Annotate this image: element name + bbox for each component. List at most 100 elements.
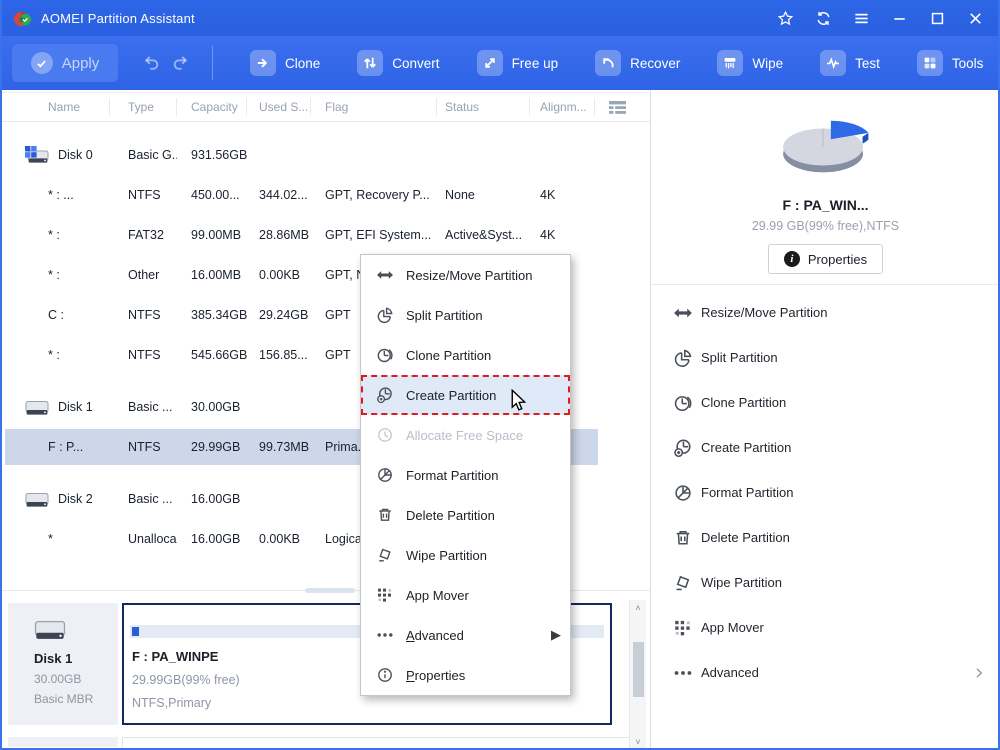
table-row-disk0[interactable]: Disk 0 Basic G... 931.56GB (0, 135, 650, 175)
trash-icon (673, 528, 693, 548)
info-icon: i (784, 251, 800, 267)
favorite-star-icon[interactable] (766, 0, 804, 36)
toolbar-clone-button[interactable]: Clone (240, 50, 330, 76)
shredder-icon (717, 50, 743, 76)
partition-label: F : PA_WINPE (132, 649, 218, 664)
minimize-button[interactable] (880, 0, 918, 36)
disk-type: Basic MBR (34, 692, 118, 706)
clone-pie-icon (673, 393, 693, 413)
disk-icon (25, 490, 49, 509)
maximize-button[interactable] (918, 0, 956, 36)
split-pie-icon (673, 348, 693, 368)
column-header-status[interactable]: Status (437, 98, 530, 116)
check-icon (31, 52, 53, 74)
action-delete[interactable]: Delete Partition (651, 515, 1000, 560)
menu-wipe-partition[interactable]: Wipe Partition (361, 535, 570, 575)
os-disk-icon (25, 146, 49, 165)
action-split[interactable]: Split Partition (651, 335, 1000, 380)
create-pie-icon (673, 438, 693, 458)
titlebar: AOMEI Partition Assistant (0, 0, 1000, 36)
menu-format-partition[interactable]: Format Partition (361, 455, 570, 495)
menu-app-mover[interactable]: App Mover (361, 575, 570, 615)
splitter-handle[interactable] (305, 588, 355, 593)
volume-pie-chart (766, 110, 886, 186)
action-advanced[interactable]: Advanced (651, 650, 1000, 695)
toolbar-divider (212, 46, 213, 80)
eraser-icon (673, 573, 693, 593)
menu-split-partition[interactable]: Split Partition (361, 295, 570, 335)
disk-icon (34, 617, 118, 642)
trash-icon (376, 506, 394, 524)
clone-icon (250, 50, 276, 76)
eraser-icon (376, 546, 394, 564)
disk-name: Disk 1 (34, 651, 118, 666)
vertical-scrollbar[interactable]: ˄ ˅ (629, 600, 646, 750)
toolbar-tools-button[interactable]: Tools (907, 50, 994, 76)
redo-icon[interactable] (171, 54, 190, 73)
action-clone[interactable]: Clone Partition (651, 380, 1000, 425)
columns-settings-icon[interactable] (609, 101, 626, 114)
column-header-capacity[interactable]: Capacity (177, 98, 247, 116)
scrollbar-thumb[interactable] (633, 642, 644, 697)
usage-bar-fill (132, 627, 139, 636)
menu-create-partition[interactable]: Create Partition (361, 375, 570, 415)
properties-panel: F : PA_WIN... 29.99 GB(99% free),NTFS i … (650, 90, 1000, 750)
scroll-down-icon[interactable]: ˅ (630, 737, 646, 747)
app-window: AOMEI Partition Assistant Apply Clone Co… (0, 0, 1000, 750)
toolbar-test-button[interactable]: Test (810, 50, 890, 76)
table-row-partition[interactable]: * : ... NTFS 450.00... 344.02... GPT, Re… (0, 175, 650, 215)
format-pie-icon (673, 483, 693, 503)
grid-icon (917, 50, 943, 76)
scroll-up-icon[interactable]: ˄ (630, 603, 646, 613)
free-up-icon (477, 50, 503, 76)
toolbar-wipe-button[interactable]: Wipe (707, 50, 793, 76)
app-mover-icon (673, 618, 693, 638)
table-row-partition[interactable]: * : FAT32 99.00MB 28.86MB GPT, EFI Syste… (0, 215, 650, 255)
partition-fs: NTFS,Primary (132, 696, 211, 710)
action-resize-move[interactable]: Resize/Move Partition (651, 290, 1000, 335)
action-format[interactable]: Format Partition (651, 470, 1000, 515)
column-header-alignment[interactable]: Alignm... (530, 98, 595, 116)
mouse-cursor (511, 389, 526, 413)
action-app-mover[interactable]: App Mover (651, 605, 1000, 650)
update-sync-icon[interactable] (804, 0, 842, 36)
toolbar-convert-button[interactable]: Convert (347, 50, 449, 76)
chevron-right-icon (972, 666, 986, 680)
disk1-summary-card[interactable]: Disk 1 30.00GB Basic MBR (8, 603, 118, 725)
toolbar-recover-button[interactable]: Recover (585, 50, 690, 76)
next-disk-card-partial (8, 737, 118, 747)
column-header-type[interactable]: Type (110, 98, 177, 116)
menu-advanced[interactable]: Advanced▶ (361, 615, 570, 655)
column-header-name[interactable]: Name (0, 98, 110, 116)
toolbar-freeup-button[interactable]: Free up (467, 50, 569, 76)
menu-resize-move[interactable]: Resize/Move Partition (361, 255, 570, 295)
close-button[interactable] (956, 0, 994, 36)
resize-icon (376, 266, 394, 284)
apply-button[interactable]: Apply (12, 44, 118, 82)
dots-icon (673, 663, 693, 683)
disk-size: 30.00GB (34, 672, 118, 686)
undo-icon[interactable] (142, 54, 161, 73)
disk-icon (25, 398, 49, 417)
action-wipe[interactable]: Wipe Partition (651, 560, 1000, 605)
app-mover-icon (376, 586, 394, 604)
toolbar: Apply Clone Convert Free up Recover Wipe (0, 36, 1000, 90)
clone-pie-icon (376, 346, 394, 364)
menu-delete-partition[interactable]: Delete Partition (361, 495, 570, 535)
action-menu: Resize/Move Partition Split Partition Cl… (651, 285, 1000, 695)
next-disk-block-partial (122, 737, 630, 747)
convert-icon (357, 50, 383, 76)
partition-size: 29.99GB(99% free) (132, 673, 240, 687)
dots-icon (376, 626, 394, 644)
pulse-icon (820, 50, 846, 76)
menu-properties[interactable]: Properties (361, 655, 570, 695)
column-header-used[interactable]: Used S... (247, 98, 311, 116)
recover-icon (595, 50, 621, 76)
action-create[interactable]: Create Partition (651, 425, 1000, 470)
column-header-flag[interactable]: Flag (311, 98, 437, 116)
properties-button[interactable]: i Properties (768, 244, 883, 274)
hamburger-menu-icon[interactable] (842, 0, 880, 36)
info-circle-icon (376, 666, 394, 684)
menu-clone-partition[interactable]: Clone Partition (361, 335, 570, 375)
window-title: AOMEI Partition Assistant (41, 11, 195, 26)
